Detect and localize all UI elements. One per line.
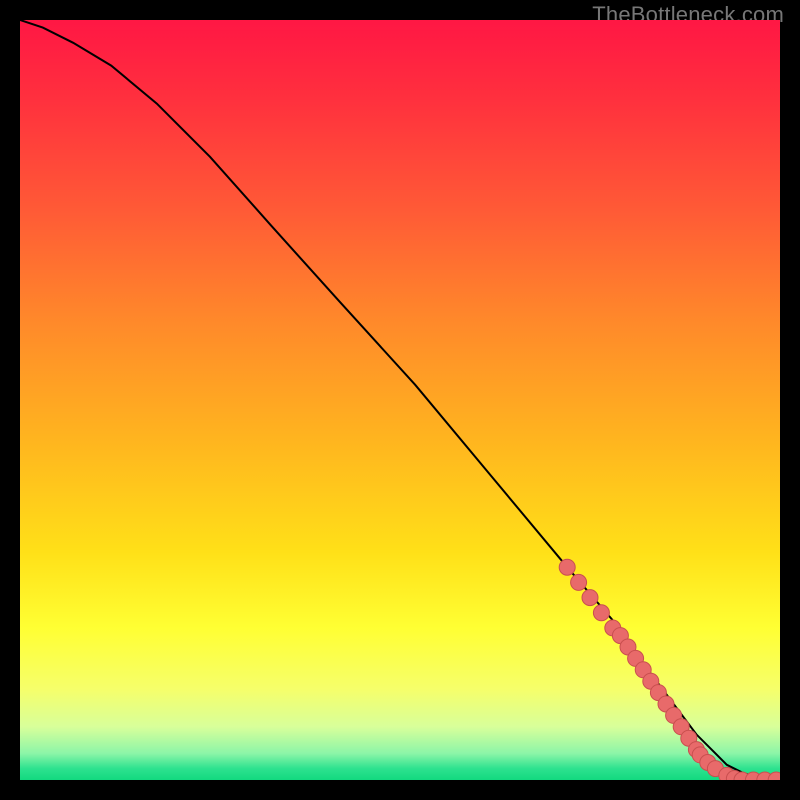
data-marker	[571, 574, 587, 590]
data-marker	[582, 590, 598, 606]
data-marker	[559, 559, 575, 575]
plot-background	[20, 20, 780, 780]
data-marker	[593, 605, 609, 621]
chart-canvas	[20, 20, 780, 780]
chart-frame: TheBottleneck.com	[0, 0, 800, 800]
